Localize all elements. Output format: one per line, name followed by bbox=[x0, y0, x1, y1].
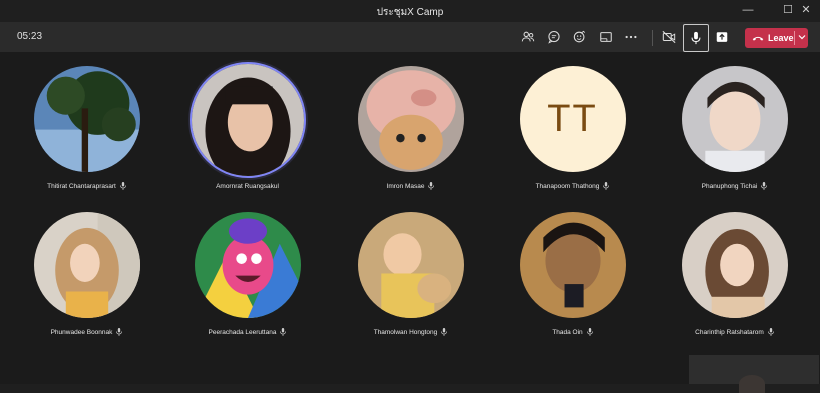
portrait-photo bbox=[191, 64, 304, 176]
toolbar-divider bbox=[652, 30, 653, 46]
self-view-preview[interactable] bbox=[689, 355, 819, 393]
participant-tile[interactable]: Phanuphong Tichai bbox=[653, 66, 816, 190]
portrait-photo bbox=[519, 212, 626, 318]
portrait-photo bbox=[681, 212, 788, 318]
participant-tile[interactable]: Peerachada Leeruttana bbox=[166, 212, 329, 336]
leave-divider bbox=[794, 31, 795, 45]
participant-tile[interactable]: Imron Masae bbox=[329, 66, 492, 190]
avatar bbox=[33, 212, 140, 318]
reactions-icon bbox=[573, 30, 586, 43]
more-options-button[interactable] bbox=[619, 25, 643, 49]
avatar bbox=[194, 212, 301, 318]
maximize-button[interactable]: ☐ bbox=[778, 2, 798, 18]
chat-icon bbox=[548, 30, 560, 44]
share-tray-button[interactable] bbox=[594, 25, 618, 49]
participant-tile[interactable]: Thitirat Chantaraprasart bbox=[5, 66, 168, 190]
avatar bbox=[33, 66, 140, 172]
participant-tile[interactable]: Charinthip Ratshatarom bbox=[653, 212, 816, 336]
mic-icon bbox=[761, 182, 768, 190]
people-icon bbox=[521, 31, 535, 42]
mic-icon bbox=[586, 328, 593, 336]
participant-tile[interactable]: Thada Oin bbox=[491, 212, 654, 336]
participant-tile[interactable]: Phunwadee Boonnak bbox=[5, 212, 168, 336]
initials-avatar: TT bbox=[519, 66, 626, 172]
people-button[interactable] bbox=[516, 25, 540, 49]
leave-label: Leave bbox=[768, 33, 794, 43]
baby-photo bbox=[357, 212, 464, 318]
participant-name: Thada Oin bbox=[552, 328, 583, 336]
troll-cartoon bbox=[194, 212, 301, 318]
mic-icon bbox=[767, 328, 774, 336]
mic-icon bbox=[280, 328, 287, 336]
avatar bbox=[681, 66, 788, 172]
participant-name: Peerachada Leeruttana bbox=[208, 328, 277, 336]
microphone-button[interactable] bbox=[683, 24, 709, 52]
mic-icon bbox=[119, 182, 126, 190]
self-view-video bbox=[739, 375, 765, 393]
title-bar: ประชุมX Camp — ☐ ✕ bbox=[0, 0, 820, 22]
participant-name: Thanapoom Thathong bbox=[535, 182, 600, 190]
participant-name: Imron Masae bbox=[386, 182, 425, 190]
portrait-photo bbox=[33, 212, 140, 318]
participant-name: Thitirat Chantaraprasart bbox=[47, 182, 116, 190]
camera-toggle-button[interactable] bbox=[657, 25, 681, 49]
participant-tile[interactable]: Thamolwan Hongtong bbox=[329, 212, 492, 336]
participant-name: Thamolwan Hongtong bbox=[373, 328, 438, 336]
minimize-button[interactable]: — bbox=[738, 2, 758, 18]
participant-name: Charinthip Ratshatarom bbox=[695, 328, 764, 336]
share-screen-icon bbox=[716, 32, 728, 42]
more-icon bbox=[625, 35, 637, 39]
reactions-button[interactable] bbox=[568, 25, 592, 49]
avatar bbox=[357, 66, 464, 172]
avatar bbox=[357, 212, 464, 318]
camera-off-icon bbox=[662, 30, 676, 44]
share-tray-icon bbox=[600, 32, 612, 42]
share-screen-button[interactable] bbox=[710, 25, 734, 49]
chevron-down-icon[interactable] bbox=[797, 32, 807, 42]
avatar bbox=[519, 212, 626, 318]
participant-stage: Thitirat Chantaraprasart Amornrat Ruangs… bbox=[0, 52, 820, 384]
hang-up-icon bbox=[752, 36, 764, 41]
meeting-toolbar: 05:23 Leave bbox=[0, 22, 820, 52]
participant-name: Phanuphong Tichai bbox=[701, 182, 758, 190]
tree-photo bbox=[33, 66, 140, 172]
avatar: TT bbox=[519, 66, 626, 172]
leave-button[interactable]: Leave bbox=[745, 28, 808, 48]
meeting-timer: 05:23 bbox=[17, 31, 43, 42]
mic-icon bbox=[441, 328, 448, 336]
participant-tile-speaking[interactable]: Amornrat Ruangsakul bbox=[166, 64, 329, 190]
chat-button[interactable] bbox=[542, 25, 566, 49]
mic-icon bbox=[116, 328, 123, 336]
participant-tile[interactable]: TT Thanapoom Thathong bbox=[491, 66, 654, 190]
close-button[interactable]: ✕ bbox=[796, 2, 816, 18]
participant-name: Phunwadee Boonnak bbox=[50, 328, 113, 336]
portrait-photo bbox=[681, 66, 788, 172]
avatar bbox=[681, 212, 788, 318]
window-title: ประชุมX Camp bbox=[376, 7, 444, 18]
mic-icon bbox=[691, 31, 701, 45]
mic-icon bbox=[428, 182, 435, 190]
participant-name: Amornrat Ruangsakul bbox=[216, 183, 279, 190]
cat-pig-hat-photo bbox=[357, 66, 464, 172]
avatar bbox=[191, 64, 304, 176]
mic-icon bbox=[603, 182, 610, 190]
